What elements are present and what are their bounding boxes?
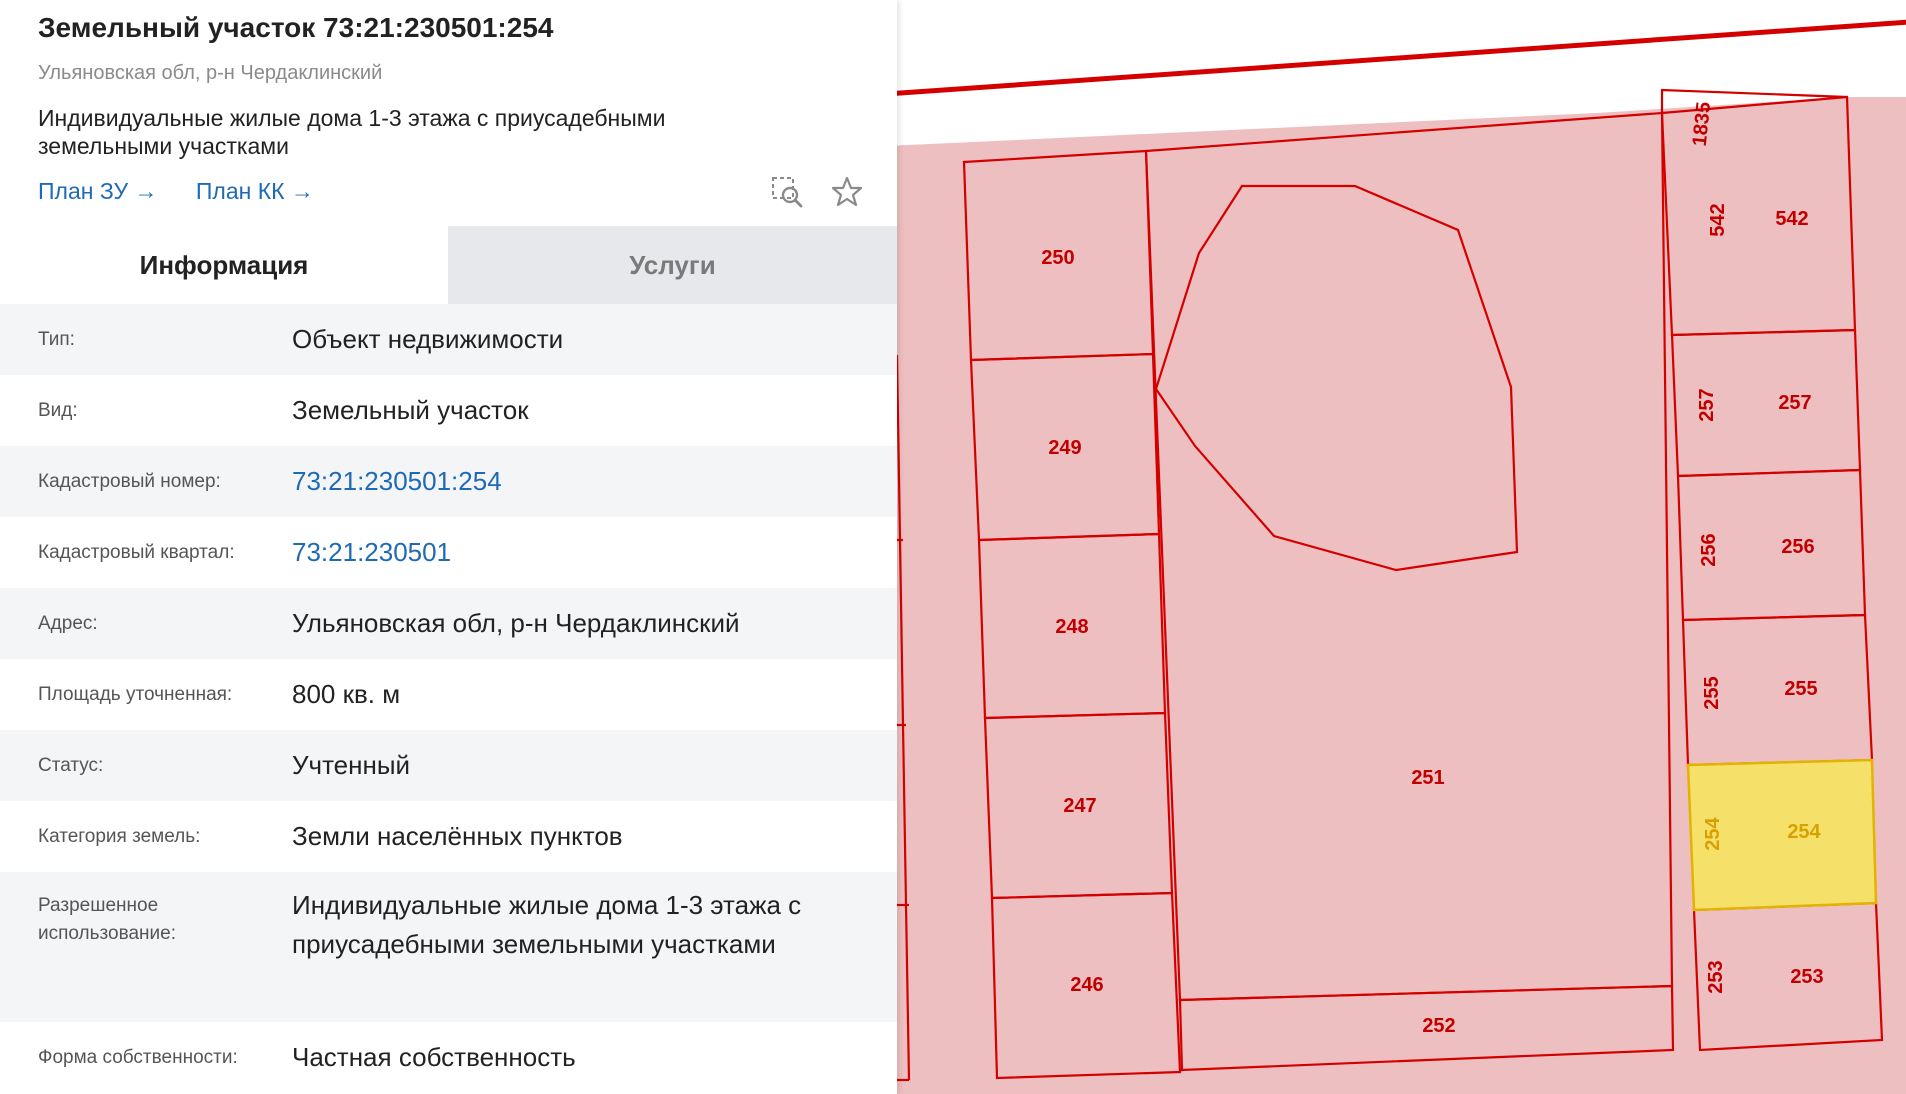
- cadastral-map[interactable]: 1835 542 542 250 257 257 249 256 256 248…: [897, 0, 1906, 1094]
- label-253-vertical: 253: [1705, 960, 1727, 993]
- map-canvas[interactable]: 1835 542 542 250 257 257 249 256 256 248…: [897, 0, 1906, 1094]
- label-252: 252: [1422, 1015, 1455, 1037]
- info-row-land-category: Категория земель: Земли населённых пункт…: [0, 801, 897, 872]
- label-257: 257: [1778, 392, 1811, 414]
- info-value: Объект недвижимости: [292, 324, 564, 354]
- label-1835: 1835: [1689, 101, 1716, 148]
- info-row-address: Адрес: Ульяновская обл, р-н Чердаклински…: [0, 588, 897, 659]
- info-label: Статус:: [38, 754, 104, 776]
- panel-tabs: Информация Услуги: [0, 226, 897, 304]
- info-row-cadastral-number: Кадастровый номер: 73:21:230501:254: [0, 446, 897, 517]
- info-value: Земли населённых пунктов: [292, 821, 623, 851]
- label-253: 253: [1790, 966, 1823, 988]
- label-254-vertical: 254: [1702, 816, 1724, 850]
- info-value: 800 кв. м: [292, 679, 401, 709]
- info-label: Кадастровый квартал:: [38, 541, 235, 563]
- panel-actions: [770, 175, 864, 209]
- info-label: Форма собственности:: [38, 1046, 238, 1068]
- label-251: 251: [1411, 767, 1444, 789]
- info-label: Кадастровый номер:: [38, 470, 221, 492]
- label-542-vertical: 542: [1707, 203, 1729, 236]
- info-label: Адрес:: [38, 612, 98, 634]
- label-246: 246: [1070, 974, 1103, 996]
- info-label: Вид:: [38, 399, 78, 421]
- tab-info[interactable]: Информация: [0, 226, 448, 304]
- info-row-area: Площадь уточненная: 800 кв. м: [0, 659, 897, 730]
- label-256: 256: [1781, 536, 1814, 558]
- info-value: Ульяновская обл, р-н Чердаклинский: [292, 608, 740, 638]
- arrow-right-icon: →: [290, 178, 314, 204]
- info-row-kind: Вид: Земельный участок: [0, 375, 897, 446]
- plan-kk-link-label: План КК: [195, 178, 285, 204]
- info-label: Тип:: [38, 328, 75, 350]
- label-249: 249: [1048, 437, 1081, 459]
- info-table: Тип: Объект недвижимости Вид: Земельный …: [0, 304, 897, 1093]
- info-label: Категория земель:: [38, 825, 201, 847]
- info-row-ownership: Форма собственности: Частная собственнос…: [0, 1022, 897, 1093]
- info-value: Земельный участок: [292, 395, 529, 425]
- label-256-vertical: 256: [1698, 533, 1720, 566]
- star-favorite-icon[interactable]: [830, 175, 864, 209]
- tab-services[interactable]: Услуги: [448, 226, 897, 304]
- label-247: 247: [1063, 795, 1096, 817]
- label-255-vertical: 255: [1701, 676, 1723, 709]
- info-label: Разрешенное использование:: [38, 895, 177, 944]
- label-250: 250: [1041, 247, 1074, 269]
- info-row-type: Тип: Объект недвижимости: [0, 304, 897, 375]
- page-title: Земельный участок 73:21:230501:254: [38, 12, 554, 43]
- info-row-status: Статус: Учтенный: [0, 730, 897, 801]
- plan-links: План ЗУ → План КК →: [38, 178, 346, 205]
- info-label: Площадь уточненная:: [38, 683, 233, 705]
- plan-zu-link-label: План ЗУ: [38, 178, 129, 204]
- info-value: Индивидуальные жилые дома 1-3 этажа с пр…: [292, 890, 802, 959]
- label-542: 542: [1775, 208, 1808, 230]
- info-panel: Земельный участок 73:21:230501:254 Ульян…: [0, 0, 897, 1094]
- label-257-vertical: 257: [1696, 388, 1718, 421]
- arrow-right-icon: →: [134, 178, 158, 204]
- plan-kk-link[interactable]: План КК →: [196, 178, 314, 204]
- address-subtitle: Ульяновская обл, р-н Чердаклинский: [38, 62, 383, 84]
- zoom-to-object-icon[interactable]: [770, 175, 804, 209]
- info-value: Учтенный: [292, 750, 411, 780]
- label-254: 254: [1787, 821, 1821, 843]
- label-248: 248: [1055, 616, 1088, 638]
- info-row-cadastral-quarter: Кадастровый квартал: 73:21:230501: [0, 517, 897, 588]
- land-use-description: Индивидуальные жилые дома 1-3 этажа с пр…: [38, 105, 666, 159]
- plan-zu-link[interactable]: План ЗУ →: [38, 178, 157, 204]
- cadastral-quarter-link[interactable]: 73:21:230501: [292, 533, 852, 572]
- info-value: Частная собственность: [292, 1042, 576, 1072]
- cadastral-number-link[interactable]: 73:21:230501:254: [292, 462, 852, 501]
- road-boundary-line: [897, 19, 1906, 96]
- label-255: 255: [1784, 678, 1817, 700]
- info-row-permitted-use: Разрешенное использование: Индивидуальны…: [0, 872, 897, 1022]
